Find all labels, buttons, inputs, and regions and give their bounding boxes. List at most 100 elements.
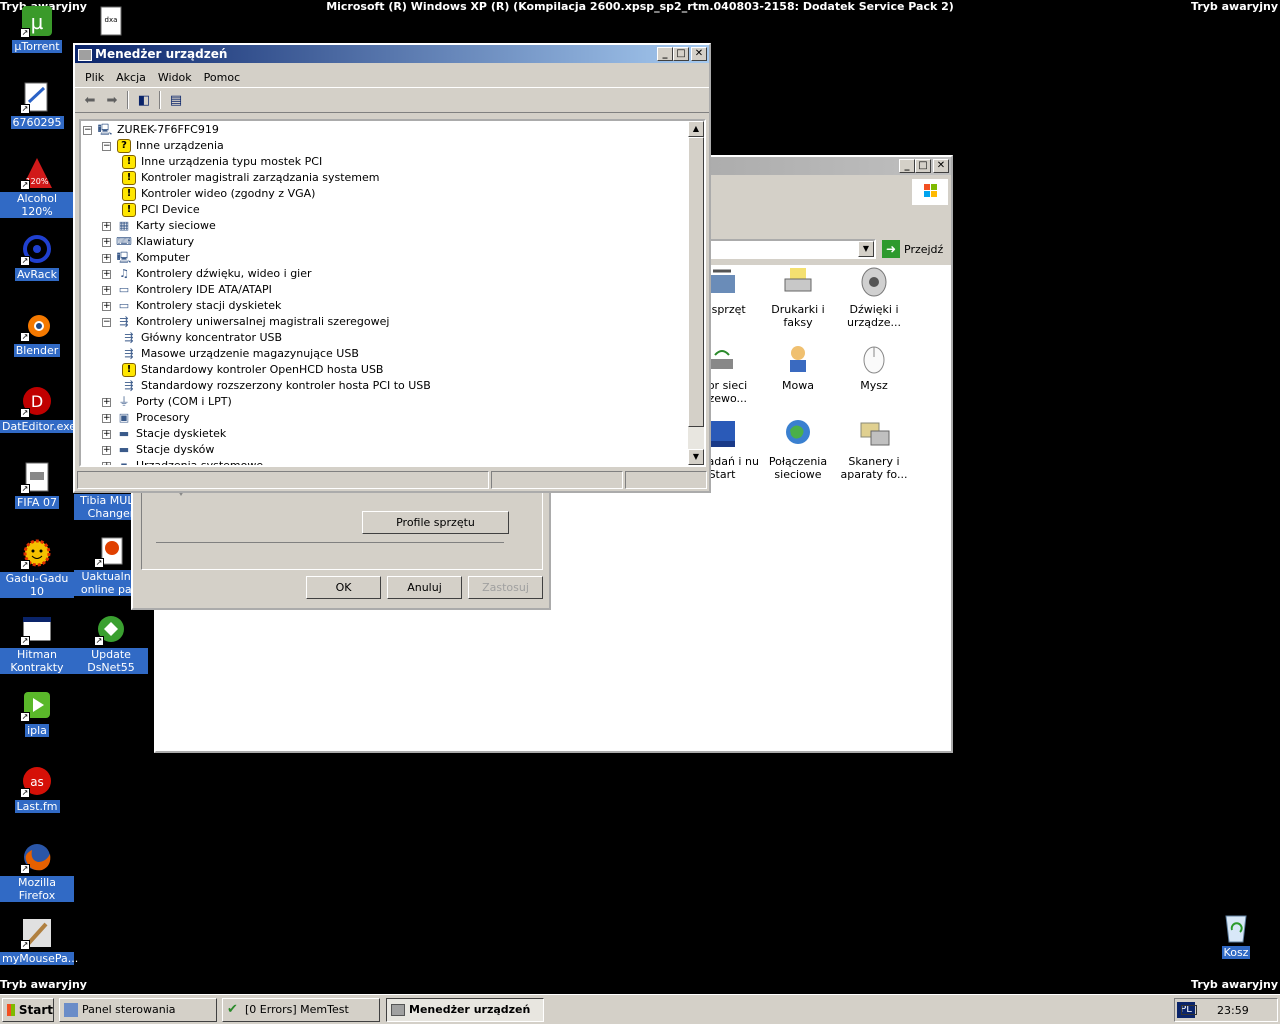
tree-node[interactable]: −? Inne urządzenia	[102, 138, 224, 154]
tree-node[interactable]: ! Inne urządzenia typu mostek PCI	[121, 154, 322, 170]
expand-icon[interactable]: +	[102, 397, 111, 407]
close-button[interactable]: ✕	[691, 47, 707, 61]
expand-icon[interactable]: +	[102, 301, 111, 311]
collapse-icon[interactable]: −	[102, 317, 111, 327]
expand-icon[interactable]: +	[102, 253, 111, 263]
tree-node[interactable]: + ▪ Urządzenia systemowe	[102, 458, 263, 465]
tree-node[interactable]: + ▣ Procesory	[102, 410, 190, 426]
collapse-icon[interactable]: −	[102, 141, 111, 151]
minimize-button[interactable]: _	[657, 47, 673, 61]
expand-icon[interactable]: +	[102, 413, 111, 423]
back-arrow-icon[interactable]: ⬅	[79, 89, 101, 111]
desktop-icon-ipla[interactable]: ↗ ipla	[0, 688, 74, 737]
apply-button[interactable]: Zastosuj	[468, 576, 543, 599]
hardware-profiles-button[interactable]: Profile sprzętu	[362, 511, 509, 534]
close-button[interactable]: ✕	[933, 159, 949, 173]
desktop-icon-avrack[interactable]: ↗ AvRack	[0, 232, 74, 281]
device-tree[interactable]: − 🖳 ZUREK-7F6FFC919−? Inne urządzenia! Inne …	[79, 119, 706, 467]
tree-node[interactable]: ! Kontroler magistrali zarządzania system…	[121, 170, 380, 186]
task-control-panel[interactable]: Panel sterowania	[59, 998, 217, 1022]
tree-node[interactable]: ! Kontroler wideo (zgodny z VGA)	[121, 186, 315, 202]
utorrent-icon: µ ↗	[20, 4, 54, 38]
warning-icon: !	[121, 363, 137, 377]
desktop-icon-6760295[interactable]: ↗ 6760295	[0, 80, 74, 129]
properties-help-icon[interactable]: ▤	[165, 89, 187, 111]
tree-node[interactable]: + ⏚ Porty (COM i LPT)	[102, 394, 232, 410]
expand-icon[interactable]: +	[102, 461, 111, 465]
desktop-icon-gadu-gadu[interactable]: ↗ Gadu-Gadu 10	[0, 536, 74, 598]
desktop-icon-file[interactable]: dxa	[74, 4, 148, 40]
expand-icon[interactable]: +	[102, 429, 111, 439]
maximize-button[interactable]: □	[673, 47, 689, 61]
go-button[interactable]: ➜ Przejdź	[882, 238, 943, 260]
avrack-icon: ↗	[20, 232, 54, 266]
cancel-button[interactable]: Anuluj	[387, 576, 462, 599]
desktop-icon-mymousepad[interactable]: ↗ myMousePa...	[0, 916, 78, 965]
cp-item-mouse[interactable]: Mysz	[834, 341, 914, 392]
tree-node[interactable]: ! PCI Device	[121, 202, 200, 218]
desktop-icon-dateditor[interactable]: D ↗ DatEditor.exe	[0, 384, 76, 433]
desktop-icon-update-dsnet[interactable]: ↗ Update DsNet55	[74, 612, 148, 674]
maximize-button[interactable]: □	[915, 159, 931, 173]
cp-item-scanners[interactable]: Skanery i aparaty fo...	[834, 417, 914, 481]
clock[interactable]: 23:59	[1217, 1004, 1249, 1017]
menu-help[interactable]: Pomoc	[198, 71, 246, 84]
tree-node[interactable]: + ▬ Stacje dysków	[102, 442, 214, 458]
device-manager-window[interactable]: Menedżer urządzeń _ □ ✕ Plik Akcja Widok…	[73, 43, 711, 493]
menu-action[interactable]: Akcja	[110, 71, 152, 84]
tree-node[interactable]: + ▦ Karty sieciowe	[102, 218, 216, 234]
desktop-icon-alcohol[interactable]: 120% ↗ Alcohol 120%	[0, 156, 74, 218]
cp-item-printers[interactable]: Drukarki i faksy	[758, 265, 838, 329]
menu-view[interactable]: Widok	[152, 71, 198, 84]
tree-node[interactable]: − 🖳 ZUREK-7F6FFC919	[83, 122, 219, 138]
cp-item-speech[interactable]: Mowa	[758, 341, 838, 392]
task-device-manager[interactable]: Menedżer urządzeń	[386, 998, 544, 1022]
scroll-up-button[interactable]: ▲	[688, 121, 704, 137]
tree-scrollbar[interactable]: ▲ ▼	[688, 121, 704, 465]
taskbar: Start Panel sterowania ✔ [0 Errors] MemT…	[0, 994, 1280, 1024]
tree-node[interactable]: + 🖳 Komputer	[102, 250, 190, 266]
cp-item-network-connections[interactable]: Połączenia sieciowe	[758, 417, 838, 481]
show-hide-console-tree-icon[interactable]: ◧	[133, 89, 155, 111]
tree-node[interactable]: + ⌨ Klawiatury	[102, 234, 194, 250]
scroll-thumb[interactable]	[688, 137, 704, 427]
device-manager-titlebar[interactable]: Menedżer urządzeń _ □ ✕	[75, 45, 709, 63]
cp-item-sounds[interactable]: Dźwięki i urządze...	[834, 265, 914, 329]
ok-button[interactable]: OK	[306, 576, 381, 599]
computer-icon: 🖳	[116, 251, 132, 264]
tree-node[interactable]: + ♫ Kontrolery dźwięku, wideo i gier	[102, 266, 312, 282]
address-dropdown-button[interactable]: ▼	[858, 241, 874, 257]
desktop-icon-lastfm[interactable]: as ↗ Last.fm	[0, 764, 74, 813]
keyboard-icon[interactable]	[1181, 1005, 1197, 1015]
desktop-icon-utorrent[interactable]: µ ↗ µTorrent	[0, 4, 74, 53]
task-memtest[interactable]: ✔ [0 Errors] MemTest	[222, 998, 380, 1022]
desktop-icon-recycle-bin[interactable]: Kosz	[1199, 910, 1273, 959]
tree-node-label: Klawiatury	[136, 235, 195, 248]
desktop-icon-blender[interactable]: ↗ Blender	[0, 308, 74, 357]
expand-icon[interactable]: +	[102, 285, 111, 295]
warning-icon: !	[121, 187, 137, 201]
menu-file[interactable]: Plik	[79, 71, 110, 84]
scroll-down-button[interactable]: ▼	[688, 449, 704, 465]
expand-icon[interactable]: +	[102, 445, 111, 455]
tree-node[interactable]: ⇶ Masowe urządzenie magazynujące USB	[121, 346, 358, 362]
collapse-icon[interactable]: −	[83, 125, 92, 135]
usb-icon: ⇶	[124, 331, 134, 344]
expand-icon[interactable]: +	[102, 237, 111, 247]
tree-node[interactable]: ⇶ Główny koncentrator USB	[121, 330, 282, 346]
tree-node[interactable]: − ⇶ Kontrolery uniwersalnej magistrali sze…	[102, 314, 389, 330]
expand-icon[interactable]: +	[102, 221, 111, 231]
desktop-icon-firefox[interactable]: ↗ Mozilla Firefox	[0, 840, 74, 902]
desktop-icon-hitman[interactable]: ↗ Hitman Kontrakty	[0, 612, 74, 674]
forward-arrow-icon[interactable]: ➡	[101, 89, 123, 111]
windows-flag-icon	[7, 1004, 15, 1016]
desktop-icon-fifa[interactable]: ↗ FIFA 07	[0, 460, 74, 509]
tree-node[interactable]: ! Standardowy kontroler OpenHCD hosta USB	[121, 362, 383, 378]
tree-node[interactable]: + ▭ Kontrolery IDE ATA/ATAPI	[102, 282, 272, 298]
tree-node[interactable]: + ▭ Kontrolery stacji dyskietek	[102, 298, 281, 314]
tree-node[interactable]: + ▬ Stacje dyskietek	[102, 426, 226, 442]
start-button[interactable]: Start	[2, 998, 54, 1022]
tree-node[interactable]: ⇶ Standardowy rozszerzony kontroler hosta…	[121, 378, 430, 394]
expand-icon[interactable]: +	[102, 269, 111, 279]
minimize-button[interactable]: _	[899, 159, 915, 173]
